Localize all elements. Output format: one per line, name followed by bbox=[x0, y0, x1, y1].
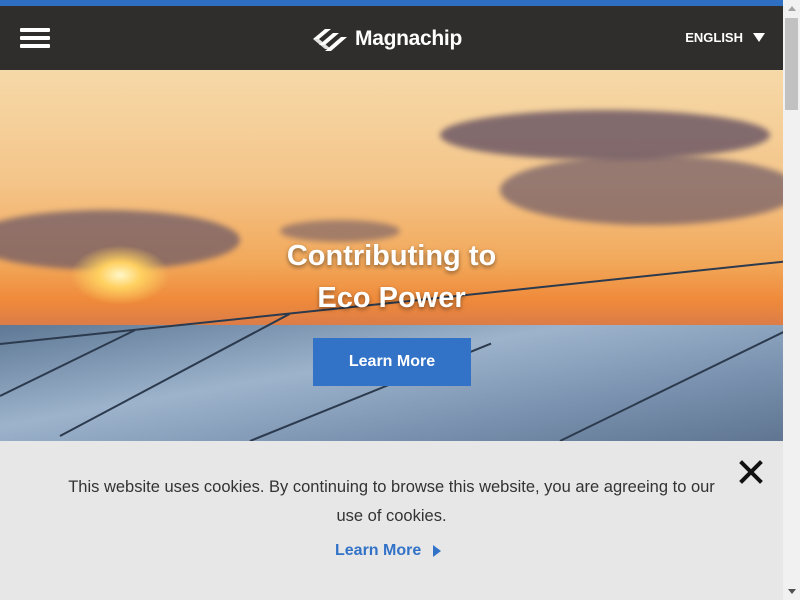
vertical-scrollbar[interactable] bbox=[783, 0, 800, 600]
logo-text: Magnachip bbox=[355, 27, 462, 50]
scroll-up-arrow-icon[interactable] bbox=[783, 0, 800, 17]
site-logo[interactable]: Magnachip bbox=[311, 24, 462, 54]
language-label: ENGLISH bbox=[685, 30, 743, 45]
hero-title-line2: Eco Power bbox=[317, 282, 466, 314]
cookie-message-line1: This website uses cookies. By continuing… bbox=[68, 478, 715, 496]
cloud-shape bbox=[440, 110, 770, 160]
scroll-down-arrow-icon[interactable] bbox=[783, 583, 800, 600]
site-header: Magnachip ENGLISH bbox=[0, 6, 783, 70]
cookie-learn-more-label: Learn More bbox=[335, 542, 422, 559]
hero-title-line1: Contributing to bbox=[286, 240, 497, 272]
cookie-banner: This website uses cookies. By continuing… bbox=[0, 441, 783, 600]
hero-learn-more-button[interactable]: Learn More bbox=[313, 338, 471, 386]
right-triangle-icon bbox=[433, 545, 442, 557]
hamburger-menu-icon[interactable] bbox=[20, 28, 50, 48]
hero-banner: Contributing to Eco Power Learn More bbox=[0, 70, 783, 441]
hero-title: Contributing to Eco Power bbox=[0, 235, 783, 319]
dropdown-triangle-icon bbox=[753, 33, 765, 42]
magnachip-logo-icon bbox=[313, 29, 347, 51]
language-selector[interactable]: ENGLISH bbox=[685, 30, 765, 45]
close-icon[interactable] bbox=[738, 459, 764, 485]
cookie-learn-more-link[interactable]: Learn More bbox=[335, 542, 442, 560]
cookie-message: This website uses cookies. By continuing… bbox=[30, 473, 753, 531]
scrollbar-thumb[interactable] bbox=[785, 18, 798, 110]
cloud-shape bbox=[500, 155, 783, 225]
cookie-message-line2: use of cookies. bbox=[336, 507, 447, 525]
